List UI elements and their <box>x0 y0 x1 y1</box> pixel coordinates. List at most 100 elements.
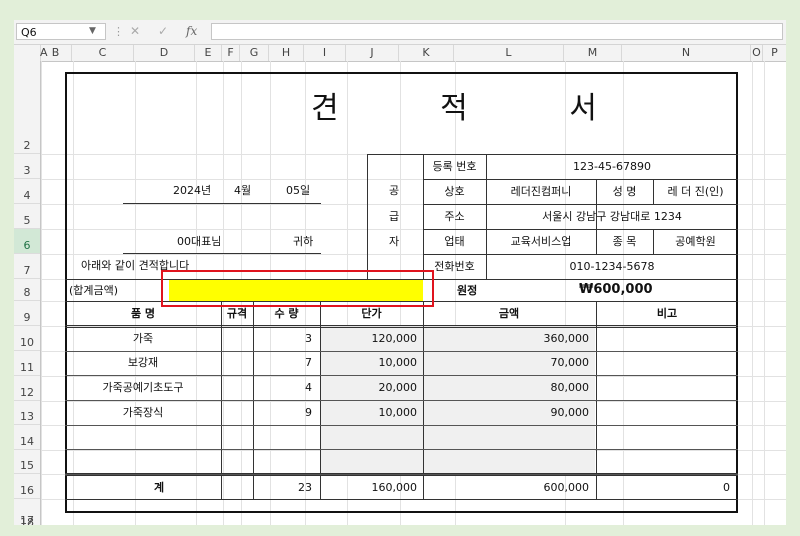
header-item[interactable]: 품 명 <box>65 307 221 321</box>
column-header-k[interactable]: K <box>399 45 454 61</box>
company-value[interactable]: 레더진컴퍼니 <box>486 185 596 199</box>
row-header-3[interactable]: 3 <box>14 154 40 179</box>
header-spec[interactable]: 규격 <box>221 307 253 321</box>
row-header-2[interactable]: 2 <box>14 61 40 154</box>
row-number: 11 <box>20 361 34 374</box>
name-value[interactable]: 레 더 진(인) <box>653 185 738 199</box>
column-header-h[interactable]: H <box>269 45 304 61</box>
item-price-cell[interactable]: 120,000 <box>320 332 418 346</box>
item-amount-cell[interactable]: 90,000 <box>423 406 590 420</box>
column-header-p[interactable]: P <box>763 45 786 61</box>
row-number: 14 <box>20 435 34 448</box>
row-number: 18 <box>20 516 34 525</box>
more-icon[interactable]: ⋮ <box>113 23 124 40</box>
item-type-label[interactable]: 종 목 <box>596 235 653 249</box>
business-type-label[interactable]: 업태 <box>423 235 486 249</box>
month-cell[interactable]: 4월 <box>234 184 251 198</box>
row-header-6[interactable]: 6 <box>14 229 40 254</box>
row-number: 10 <box>20 336 34 349</box>
total-price[interactable]: 160,000 <box>320 481 418 495</box>
row-header-15[interactable]: 15 <box>14 450 40 474</box>
row-number: 6 <box>23 239 31 252</box>
row-header-7[interactable]: 7 <box>14 254 40 279</box>
reg-label[interactable]: 등록 번호 <box>423 160 486 174</box>
item-name-cell[interactable]: 가죽 <box>65 332 221 346</box>
row-header-16[interactable]: 16 <box>14 474 40 499</box>
row-header-4[interactable]: 4 <box>14 179 40 204</box>
item-name-cell[interactable]: 가죽장식 <box>65 406 221 420</box>
cancel-icon[interactable]: ✕ <box>130 23 140 40</box>
header-note[interactable]: 비고 <box>596 307 738 321</box>
supplier-char-2: 급 <box>389 210 400 223</box>
row-number: 4 <box>23 189 31 202</box>
honorific-cell[interactable]: 귀하 <box>293 235 313 249</box>
recipient-cell[interactable]: 00대표님 <box>177 235 221 249</box>
column-header-l[interactable]: L <box>454 45 564 61</box>
total-note[interactable]: 0 <box>596 481 730 495</box>
row-header-10[interactable]: 10 <box>14 326 40 351</box>
phone-value[interactable]: 010-1234-5678 <box>486 260 738 274</box>
column-header-g[interactable]: G <box>240 45 269 61</box>
total-row-label[interactable]: 계 <box>65 481 253 495</box>
item-amount-cell[interactable]: 360,000 <box>423 332 590 346</box>
row-header-14[interactable]: 14 <box>14 425 40 450</box>
formula-input[interactable] <box>211 23 783 40</box>
header-price[interactable]: 단가 <box>320 307 423 321</box>
column-header-f[interactable]: F <box>222 45 240 61</box>
column-header-j[interactable]: J <box>346 45 399 61</box>
item-name-cell[interactable]: 가죽공예기초도구 <box>65 381 221 395</box>
year-cell[interactable]: 2024년 <box>173 184 211 198</box>
item-name-cell[interactable]: 보강재 <box>65 356 221 370</box>
item-price-cell[interactable]: 10,000 <box>320 356 418 370</box>
confirm-icon[interactable]: ✓ <box>158 23 168 40</box>
insert-function-icon[interactable]: fx <box>186 23 197 40</box>
row-number: 12 <box>20 386 34 399</box>
total-qty[interactable]: 23 <box>253 481 312 495</box>
row-number: 5 <box>23 214 31 227</box>
row-header-5[interactable]: 5 <box>14 204 40 229</box>
item-type-value[interactable]: 공예학원 <box>653 235 738 249</box>
worksheet-grid[interactable]: 견 적 서 2024년 4월 05일 00대표님 귀하 아래와 같이 견적합니다… <box>41 61 786 525</box>
row-header-12[interactable]: 12 <box>14 376 40 401</box>
row-header-13[interactable]: 13 <box>14 401 40 425</box>
chevron-down-icon[interactable]: ▼ <box>89 23 96 40</box>
supplier-char-3: 자 <box>389 235 400 248</box>
total-amount-value[interactable]: ₩600,000 <box>579 283 653 297</box>
column-header-m[interactable]: M <box>564 45 622 61</box>
row-number: 2 <box>23 139 31 152</box>
header-qty[interactable]: 수 량 <box>253 307 320 321</box>
highlight-callout-box <box>161 270 434 307</box>
item-amount-cell[interactable]: 80,000 <box>423 381 590 395</box>
item-price-cell[interactable]: 10,000 <box>320 406 418 420</box>
day-cell[interactable]: 05일 <box>286 184 310 198</box>
column-header-c[interactable]: C <box>72 45 134 61</box>
header-amount[interactable]: 금액 <box>423 307 595 321</box>
total-amount[interactable]: 600,000 <box>423 481 590 495</box>
column-header-i[interactable]: I <box>304 45 346 61</box>
item-qty-cell[interactable]: 4 <box>253 381 312 395</box>
item-qty-cell[interactable]: 9 <box>253 406 312 420</box>
column-header-d[interactable]: D <box>134 45 195 61</box>
item-price-cell[interactable]: 20,000 <box>320 381 418 395</box>
row-header-8[interactable]: 8 <box>14 279 40 301</box>
row-number: 13 <box>20 410 34 423</box>
item-qty-cell[interactable]: 3 <box>253 332 312 346</box>
business-type-value[interactable]: 교육서비스업 <box>486 235 596 249</box>
company-label[interactable]: 상호 <box>423 185 486 199</box>
column-header-n[interactable]: N <box>622 45 751 61</box>
total-label[interactable]: (합계금액) <box>69 284 118 298</box>
address-value[interactable]: 서울시 강남구 강남대로 1234 <box>486 210 738 224</box>
row-header-11[interactable]: 11 <box>14 351 40 376</box>
column-header-e[interactable]: E <box>195 45 222 61</box>
reg-value[interactable]: 123-45-67890 <box>486 160 738 174</box>
won-label[interactable]: 원정 <box>457 284 477 298</box>
row-header-9[interactable]: 9 <box>14 301 40 326</box>
recipient-underline <box>123 253 321 254</box>
column-header-o[interactable]: O <box>751 45 763 61</box>
name-label[interactable]: 성 명 <box>596 185 653 199</box>
item-qty-cell[interactable]: 7 <box>253 356 312 370</box>
formula-bar: Q6 ▼ ⋮ ✕ ✓ fx <box>14 20 786 45</box>
item-amount-cell[interactable]: 70,000 <box>423 356 590 370</box>
address-label[interactable]: 주소 <box>423 210 486 224</box>
column-header-b[interactable]: B <box>40 45 72 61</box>
